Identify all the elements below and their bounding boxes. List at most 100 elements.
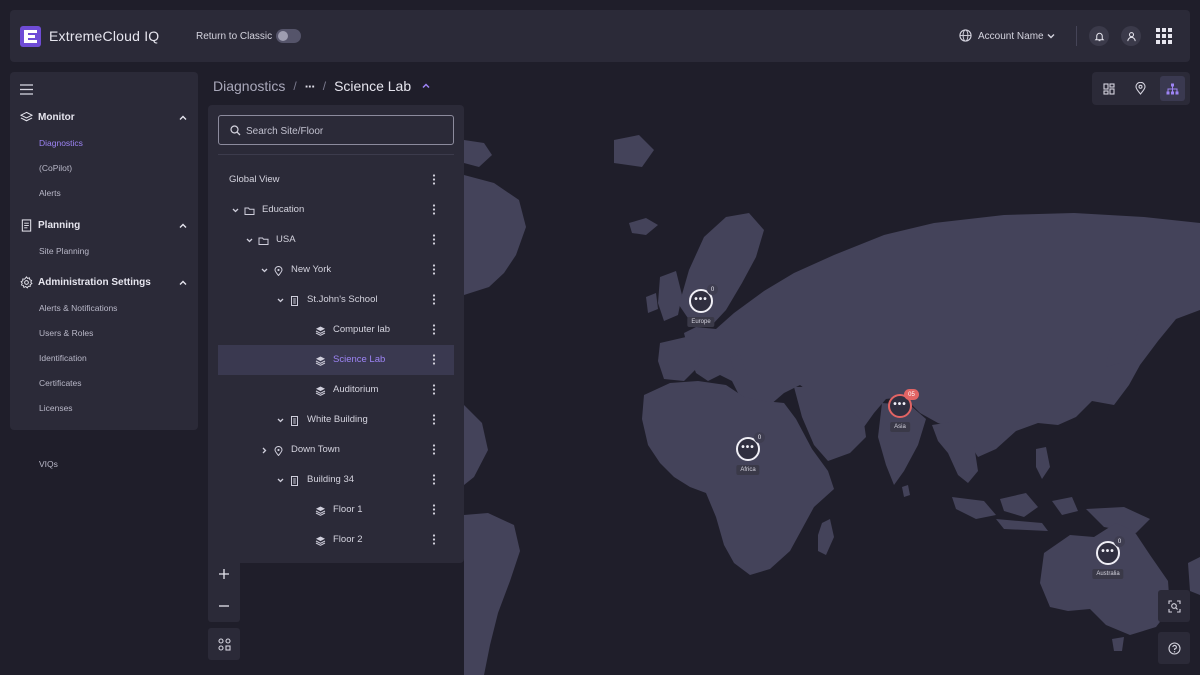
hamburger-menu-icon[interactable] <box>20 84 33 95</box>
map-view-button[interactable] <box>1128 76 1153 101</box>
tree-item-education[interactable]: Education <box>218 195 454 225</box>
toggle-knob <box>278 31 288 41</box>
location-icon <box>274 446 283 456</box>
nav-section-planning[interactable]: Planning <box>20 218 188 234</box>
chevron-up-icon[interactable] <box>421 81 431 91</box>
brand-logo-icon[interactable] <box>20 26 41 47</box>
breadcrumb-ellipsis[interactable]: ··· <box>305 79 316 94</box>
breadcrumb-root[interactable]: Diagnostics <box>213 78 285 94</box>
world-map[interactable]: ••• 0 Europe ••• 05 Asia ••• 0 Africa ••… <box>464 105 1200 675</box>
floor-icon <box>315 326 326 336</box>
nav-item-certificates[interactable]: Certificates <box>39 378 82 388</box>
more-options-icon[interactable] <box>432 504 436 515</box>
building-icon <box>291 296 298 306</box>
hierarchy-view-button[interactable] <box>1160 76 1185 101</box>
tree-item-down-town[interactable]: Down Town <box>218 435 454 465</box>
help-button[interactable] <box>1158 632 1190 664</box>
chevron-up-icon[interactable] <box>178 278 188 288</box>
tree-item-new-york[interactable]: New York <box>218 255 454 285</box>
user-icon <box>1126 31 1136 41</box>
folder-icon <box>244 207 255 215</box>
chevron-down-icon[interactable] <box>276 296 285 305</box>
more-options-icon[interactable] <box>432 324 436 335</box>
more-options-icon[interactable] <box>432 204 436 215</box>
more-options-icon[interactable] <box>432 234 436 245</box>
nav-section-label: Planning <box>38 220 81 231</box>
tree-item-label: Education <box>262 204 305 215</box>
top-bar: ExtremeCloud IQ Return to Classic Accoun… <box>10 10 1190 62</box>
tree-item-white-building[interactable]: White Building <box>218 405 454 435</box>
tree-item-auditorium[interactable]: Auditorium <box>218 375 454 405</box>
tree-item-building-34[interactable]: Building 34 <box>218 465 454 495</box>
chevron-right-icon[interactable] <box>260 446 269 455</box>
globe-icon[interactable] <box>959 29 972 42</box>
more-options-icon[interactable] <box>432 534 436 545</box>
nav-item-alerts-notifications[interactable]: Alerts & Notifications <box>39 303 117 313</box>
nav-section-monitor[interactable]: Monitor <box>20 110 188 126</box>
tree-item-label: Building 34 <box>307 474 355 485</box>
more-options-icon[interactable] <box>432 444 436 455</box>
tree-item-label: St.John's School <box>307 294 378 305</box>
nav-item-identification[interactable]: Identification <box>39 353 87 363</box>
tree-item-floor-2[interactable]: Floor 2 <box>218 525 454 555</box>
zoom-in-button[interactable] <box>208 558 240 590</box>
more-options-icon[interactable] <box>432 264 436 275</box>
more-options-icon[interactable] <box>432 354 436 365</box>
topology-button[interactable] <box>208 628 240 660</box>
tree-item-computer-lab[interactable]: Computer lab <box>218 315 454 345</box>
more-options-icon[interactable] <box>432 174 436 185</box>
tree-item-label: Science Lab <box>333 354 386 365</box>
zoom-controls <box>208 558 240 622</box>
plus-icon <box>219 569 229 579</box>
nav-section-administration-settings[interactable]: Administration Settings <box>20 275 188 291</box>
nav-item-diagnostics[interactable]: Diagnostics <box>39 138 83 148</box>
nav-item-viqs[interactable]: VIQs <box>39 459 58 469</box>
search-input[interactable] <box>246 123 446 139</box>
user-profile-button[interactable] <box>1121 26 1141 46</box>
apps-grid-icon[interactable] <box>1155 27 1173 45</box>
location-pin-icon <box>1135 82 1146 95</box>
dashboard-view-button[interactable] <box>1096 76 1121 101</box>
tree-item-floor-1[interactable]: Floor 1 <box>218 495 454 525</box>
tree-item-label: Down Town <box>291 444 340 455</box>
chevron-down-icon[interactable] <box>276 416 285 425</box>
search-box[interactable] <box>218 115 454 145</box>
world-map-land <box>464 135 1200 675</box>
chevron-up-icon[interactable] <box>178 221 188 231</box>
minus-icon <box>219 605 229 607</box>
more-options-icon[interactable] <box>432 384 436 395</box>
nav-item-licenses[interactable]: Licenses <box>39 403 73 413</box>
locate-search-button[interactable] <box>1158 590 1190 622</box>
app-title: ExtremeCloud IQ <box>49 28 160 44</box>
nav-item-users-roles[interactable]: Users & Roles <box>39 328 93 338</box>
tree-item-global-view[interactable]: Global View <box>218 165 454 195</box>
tree-item-st-john-s-school[interactable]: St.John's School <box>218 285 454 315</box>
chevron-down-icon[interactable] <box>231 206 240 215</box>
notifications-button[interactable] <box>1089 26 1109 46</box>
return-to-classic-label: Return to Classic <box>196 31 273 42</box>
chevron-down-icon[interactable] <box>260 266 269 275</box>
more-options-icon[interactable] <box>432 474 436 485</box>
nav-item-alerts[interactable]: Alerts <box>39 188 61 198</box>
help-icon <box>1167 641 1181 655</box>
tree-item-label: Global View <box>229 174 280 185</box>
more-options-icon[interactable] <box>432 414 436 425</box>
panel-divider <box>218 154 454 155</box>
bell-icon <box>1094 32 1104 41</box>
chevron-down-icon[interactable] <box>1046 31 1056 41</box>
nav-item-site-planning[interactable]: Site Planning <box>39 246 89 256</box>
tree-item-usa[interactable]: USA <box>218 225 454 255</box>
chevron-down-icon[interactable] <box>245 236 254 245</box>
nav-item-copilot[interactable]: (CoPilot) <box>39 163 72 173</box>
chevron-down-icon[interactable] <box>276 476 285 485</box>
zoom-out-button[interactable] <box>208 590 240 622</box>
tree-item-science-lab[interactable]: Science Lab <box>218 345 454 375</box>
chevron-up-icon[interactable] <box>178 113 188 123</box>
more-options-icon[interactable] <box>432 294 436 305</box>
cluster-count-badge: 0 <box>1114 536 1125 547</box>
account-name[interactable]: Account Name <box>978 31 1044 42</box>
search-icon <box>230 125 241 136</box>
return-to-classic-toggle[interactable] <box>276 29 301 43</box>
header-divider <box>1076 26 1077 46</box>
document-icon <box>21 219 32 232</box>
